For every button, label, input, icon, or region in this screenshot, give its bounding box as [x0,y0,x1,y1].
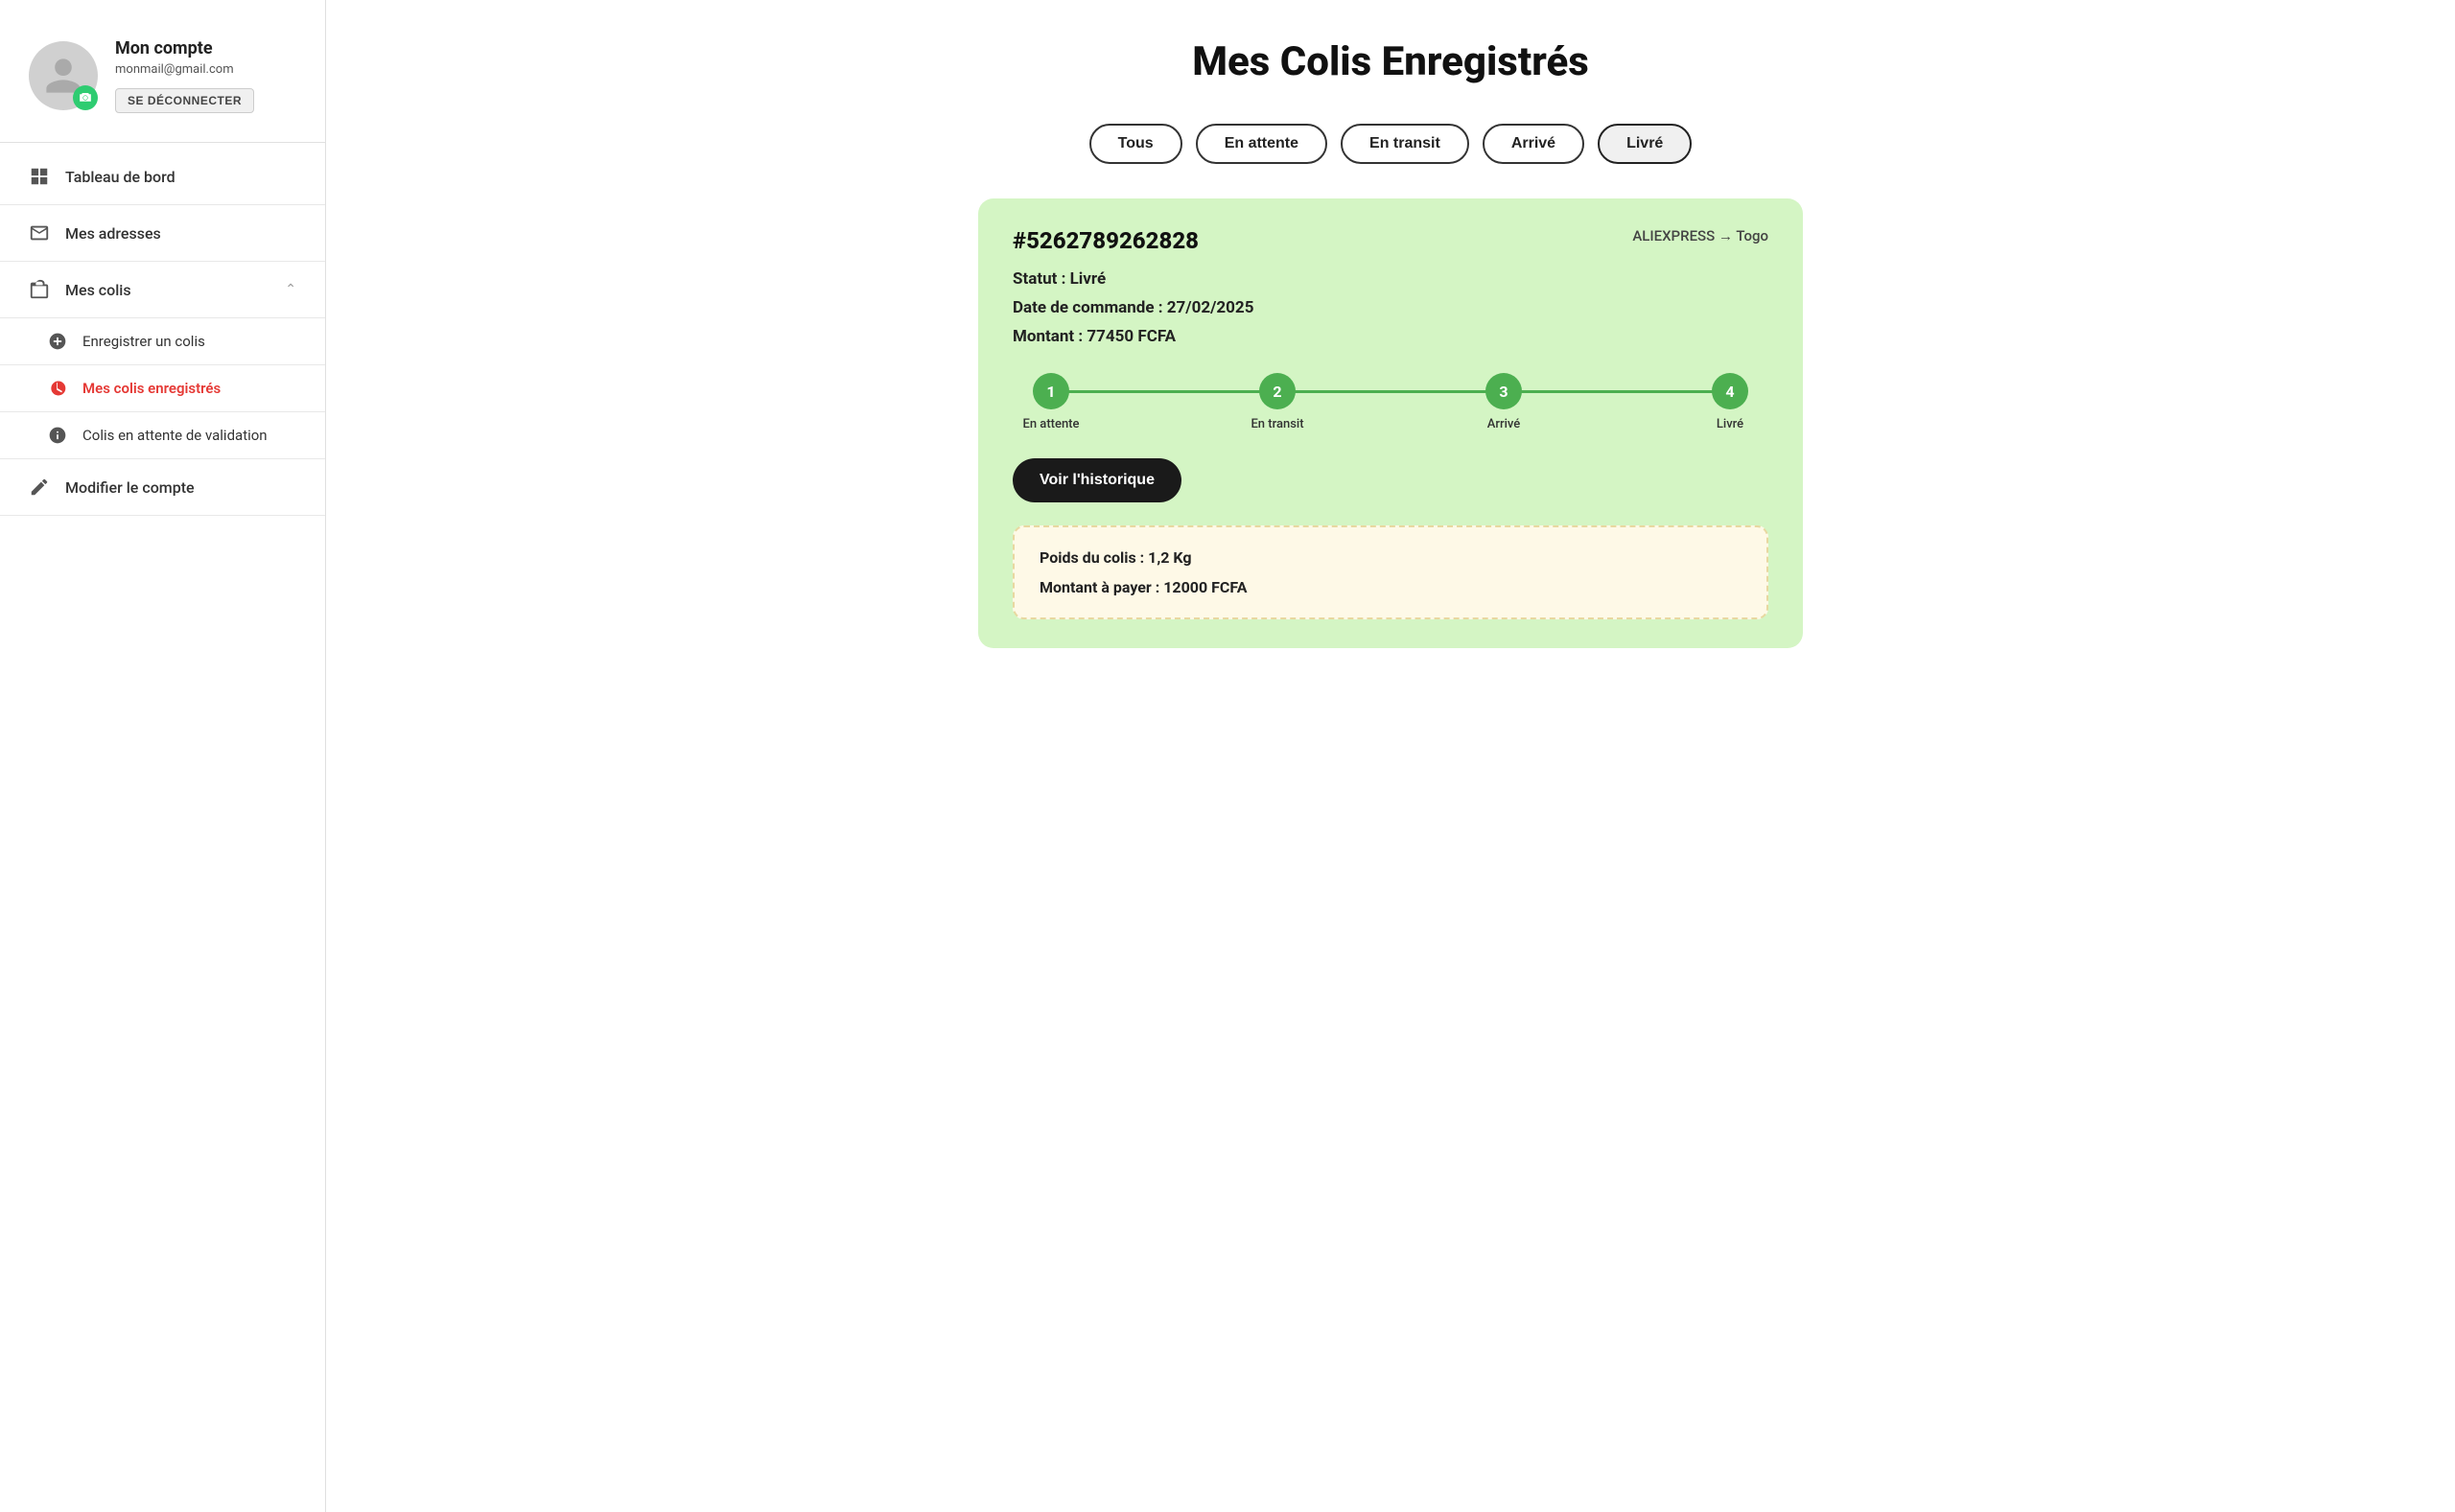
payment-label: Montant à payer : [1040,578,1159,596]
route: ALIEXPRESS → Togo [1632,227,1768,244]
route-from: ALIEXPRESS [1632,227,1715,244]
filter-tab-arrive[interactable]: Arrivé [1483,124,1584,164]
date-value: 27/02/2025 [1167,298,1254,317]
card-amount: Montant : 77450 FCFA [1013,327,1768,346]
filter-tab-all[interactable]: Tous [1089,124,1182,164]
amount-value: 77450 FCFA [1087,327,1176,346]
step-circle-2: 2 [1259,373,1296,409]
user-name: Mon compte [115,38,254,58]
modify-account-label: Modifier le compte [65,478,296,497]
status-value: Livré [1070,269,1107,289]
page-title: Mes Colis Enregistrés [384,38,2397,85]
filter-tab-livre[interactable]: Livré [1598,124,1692,164]
step-circle-3: 3 [1485,373,1522,409]
filter-tab-en-attente[interactable]: En attente [1196,124,1327,164]
main-content: Mes Colis Enregistrés Tous En attente En… [326,0,2455,1512]
progress-line-fill [1047,390,1734,393]
step-circle-4: 4 [1712,373,1748,409]
chevron-up-icon: ⌃ [285,282,296,297]
step-circle-1: 1 [1033,373,1069,409]
amount-label: Montant : [1013,327,1083,346]
address-icon [29,222,50,244]
progress-line [1047,390,1734,393]
status-label: Statut : [1013,269,1065,289]
sidebar-divider [0,142,325,143]
sidebar-item-dashboard[interactable]: Tableau de bord [0,149,325,205]
route-to: Togo [1736,227,1768,244]
edit-icon [29,477,50,498]
route-arrow: → [1718,227,1733,244]
sidebar-colis-label: Mes colis [65,281,269,299]
colis-icon [29,279,50,300]
user-section: Mon compte monmail@gmail.com SE DÉCONNEC… [0,29,325,142]
sidebar-item-pending-colis[interactable]: Colis en attente de validation [0,412,325,459]
package-card: #5262789262828 ALIEXPRESS → Togo Statut … [978,198,1803,648]
step-2: 2 En transit [1239,373,1316,431]
weight-value: 1,2 Kg [1148,548,1191,567]
avatar [29,41,98,110]
tracking-number: #5262789262828 [1013,227,1199,254]
weight-label: Poids du colis : [1040,548,1144,567]
card-header: #5262789262828 ALIEXPRESS → Togo [1013,227,1768,254]
sidebar-item-register-colis[interactable]: Enregistrer un colis [0,318,325,365]
step-4: 4 Livré [1692,373,1768,431]
sidebar: Mon compte monmail@gmail.com SE DÉCONNEC… [0,0,326,1512]
date-label: Date de commande : [1013,298,1163,317]
history-button[interactable]: Voir l'historique [1013,458,1181,502]
my-colis-label: Mes colis enregistrés [82,380,221,397]
card-date: Date de commande : 27/02/2025 [1013,298,1768,317]
pending-colis-label: Colis en attente de validation [82,427,268,444]
details-box: Poids du colis : 1,2 Kg Montant à payer … [1013,525,1768,619]
step-3: 3 Arrivé [1465,373,1542,431]
payment-value: 12000 FCFA [1163,578,1247,596]
sidebar-item-addresses[interactable]: Mes adresses [0,205,325,262]
filter-tabs: Tous En attente En transit Arrivé Livré [384,124,2397,164]
plus-circle-icon [48,332,67,351]
payment-row: Montant à payer : 12000 FCFA [1040,578,1742,596]
sidebar-addresses-label: Mes adresses [65,224,296,243]
step-1: 1 En attente [1013,373,1089,431]
sidebar-item-colis[interactable]: Mes colis ⌃ [0,262,325,318]
user-email: monmail@gmail.com [115,62,254,77]
sidebar-dashboard-label: Tableau de bord [65,168,296,186]
register-colis-label: Enregistrer un colis [82,333,205,350]
logout-button[interactable]: SE DÉCONNECTER [115,88,254,113]
filter-tab-en-transit[interactable]: En transit [1341,124,1469,164]
weight-row: Poids du colis : 1,2 Kg [1040,548,1742,567]
history-icon [48,379,67,398]
dashboard-icon [29,166,50,187]
user-info: Mon compte monmail@gmail.com SE DÉCONNEC… [115,38,254,113]
progress-steps: 1 En attente 2 En transit 3 Arrivé 4 Liv… [1013,373,1768,431]
step-label-1: En attente [1023,417,1080,431]
camera-badge[interactable] [73,85,98,110]
step-label-2: En transit [1251,417,1303,431]
card-status: Statut : Livré [1013,269,1768,289]
sidebar-item-modify-account[interactable]: Modifier le compte [0,459,325,516]
step-label-4: Livré [1717,417,1743,431]
step-label-3: Arrivé [1487,417,1520,431]
sub-nav-colis: Enregistrer un colis Mes colis enregistr… [0,318,325,459]
sidebar-item-my-colis[interactable]: Mes colis enregistrés [0,365,325,412]
pending-icon [48,426,67,445]
